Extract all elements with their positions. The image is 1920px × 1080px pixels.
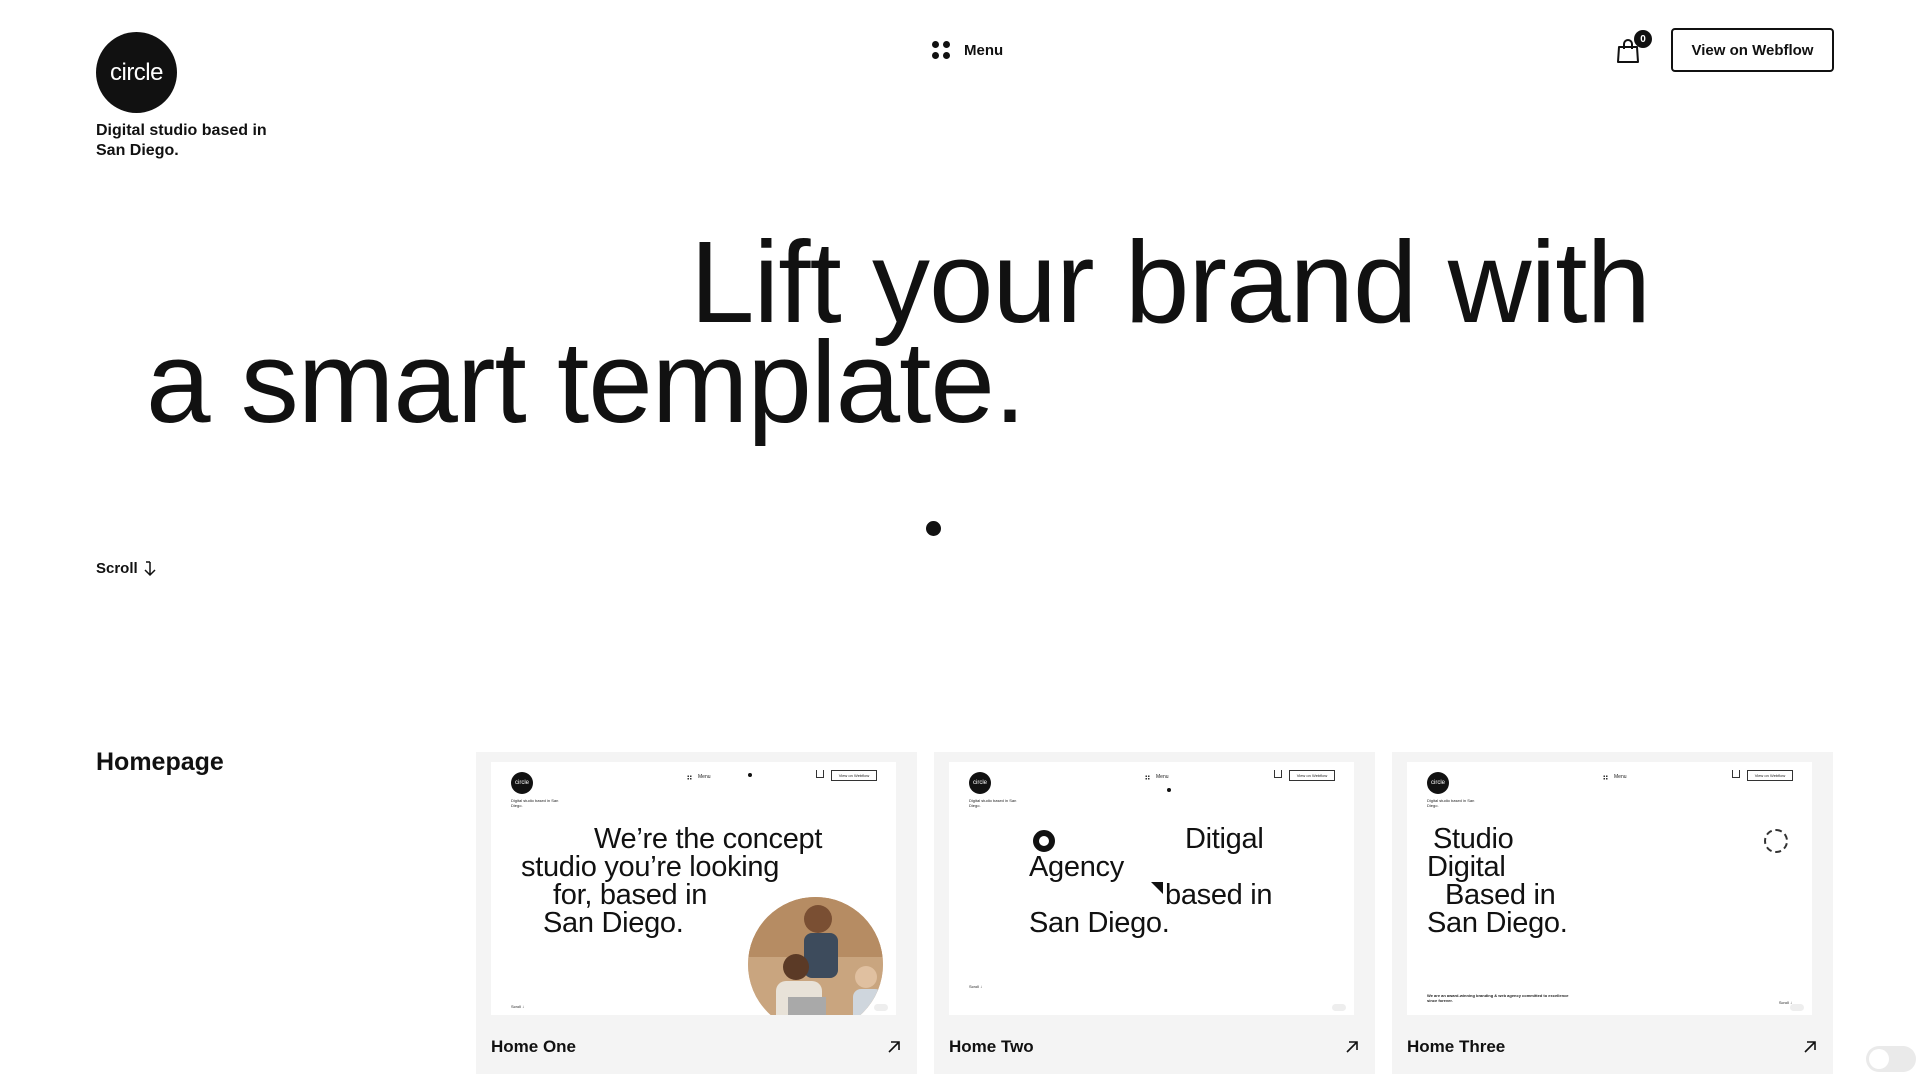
card-title: Home Two (949, 1037, 1034, 1056)
view-on-webflow-button[interactable]: View on Webflow (1671, 28, 1834, 72)
brand-tagline: Digital studio based in San Diego. (96, 122, 267, 159)
thumb-heading-line: We’re the concept (594, 823, 823, 855)
hero-heading-line-2: a smart template. (146, 317, 1026, 447)
thumb-tagline: Digital studio based in San Diego. (1427, 798, 1475, 808)
thumb-heading-line: Studio (1433, 823, 1514, 855)
thumb-footer-text: We are an award-winning branding & web a… (1427, 993, 1569, 1003)
menu-button[interactable]: Menu (932, 38, 1003, 62)
thumb-heading-line: based in (1165, 879, 1273, 911)
scroll-link[interactable]: Scroll (96, 560, 157, 577)
thumb-heading-line: San Diego. (1427, 907, 1568, 939)
thumb-heading-line: Ditigal (1185, 823, 1264, 855)
thumb-logo: circle (969, 772, 991, 794)
thumb-cart-icon (816, 770, 824, 778)
thumb-tagline: Digital studio based in San Diego. (969, 798, 1017, 808)
thumb-heading-line: San Diego. (543, 907, 684, 939)
brand-logo-text: circle (109, 58, 164, 86)
thumb-webflow-button: View on Webflow (1289, 770, 1335, 781)
thumb-heading-line: for, based in (553, 879, 708, 911)
card-title: Home Three (1407, 1037, 1506, 1056)
thumb-menu-label: Menu (1156, 774, 1169, 780)
thumb-cart-icon (1274, 770, 1282, 778)
thumb-logo: circle (1427, 772, 1449, 794)
thumb-heading-line: Agency (1029, 851, 1124, 883)
thumb-scroll-label: Scroll ↓ (511, 1004, 525, 1009)
card-title: Home One (491, 1037, 577, 1056)
section-title-homepage: Homepage (96, 748, 224, 776)
triangle-icon (1151, 882, 1163, 894)
thumb-heading-line: Digital (1427, 851, 1506, 883)
thumb-heading-line: studio you’re looking (521, 851, 780, 883)
card-thumbnail: circle Digital studio based in San Diego… (1407, 762, 1812, 1015)
thumb-toggle (1332, 1004, 1346, 1011)
thumb-menu-label: Menu (698, 774, 711, 780)
thumb-heading-line: Based in (1445, 879, 1556, 911)
cart-button[interactable]: 0 (1612, 30, 1652, 66)
thumb-menu: Menu (687, 774, 711, 780)
homepage-card-home-one[interactable]: circle Digital studio based in San Diego… (476, 752, 917, 1074)
thumb-toggle (874, 1004, 888, 1011)
theme-toggle-switch[interactable] (1866, 1046, 1916, 1072)
thumb-dot (1167, 788, 1171, 792)
thumb-dot (748, 773, 752, 777)
team-photo (748, 897, 883, 1015)
card-thumbnail: circle Digital studio based in San Diego… (949, 762, 1354, 1015)
arrow-up-right-icon (1346, 1041, 1358, 1053)
thumb-menu: Menu (1603, 774, 1627, 780)
grid-dots-icon (687, 774, 692, 780)
menu-label: Menu (964, 41, 1004, 59)
thumb-tagline: Digital studio based in San Diego. (511, 798, 559, 808)
thumb-menu-label: Menu (1614, 774, 1627, 780)
thumb-webflow-button: View on Webflow (831, 770, 877, 781)
scroll-label: Scroll (96, 560, 138, 577)
grid-dots-icon (1145, 774, 1150, 780)
thumb-scroll-label: Scroll ↓ (969, 984, 983, 989)
arrow-down-icon (144, 560, 156, 576)
thumb-toggle (1790, 1004, 1804, 1011)
homepage-card-home-three[interactable]: circle Digital studio based in San Diego… (1392, 752, 1833, 1074)
card-thumbnail: circle Digital studio based in San Diego… (491, 762, 896, 1015)
thumb-menu: Menu (1145, 774, 1169, 780)
thumb-logo: circle (511, 772, 533, 794)
arrow-up-right-icon (888, 1041, 900, 1053)
hero-dot (926, 521, 941, 536)
homepage-card-home-two[interactable]: circle Digital studio based in San Diego… (934, 752, 1375, 1074)
thumb-cart-icon (1732, 770, 1740, 778)
thumb-heading-line: San Diego. (1029, 907, 1170, 939)
rotating-badge-icon (1764, 829, 1788, 853)
grid-dots-icon (932, 41, 950, 59)
thumb-webflow-button: View on Webflow (1747, 770, 1793, 781)
grid-dots-icon (1603, 774, 1608, 780)
brand-logo[interactable]: circle (96, 32, 177, 113)
ring-icon (1033, 830, 1055, 852)
arrow-up-right-icon (1804, 1041, 1816, 1053)
cart-count-badge: 0 (1634, 30, 1652, 48)
